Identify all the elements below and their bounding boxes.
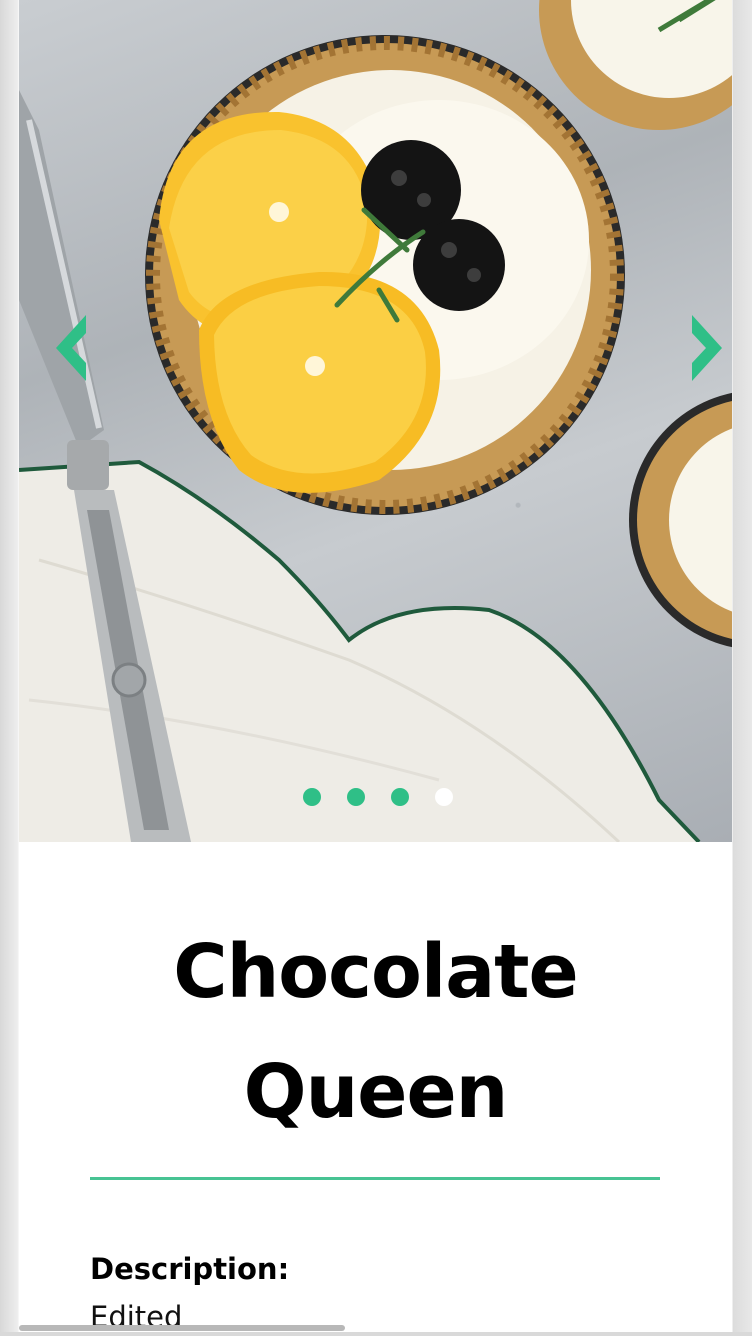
window-bottom-edge: [0, 1332, 752, 1336]
chevron-right-icon: [692, 315, 722, 381]
carousel-next-button[interactable]: [687, 306, 729, 390]
carousel-indicators: [19, 788, 732, 806]
recipe-page: Chocolate Queen Description: Edited: [19, 0, 732, 1336]
carousel-dot-1[interactable]: [302, 788, 321, 806]
image-carousel[interactable]: [19, 0, 732, 842]
title-divider: [90, 1177, 660, 1180]
carousel-prev-button[interactable]: [49, 306, 91, 390]
carousel-dot-3[interactable]: [390, 788, 409, 806]
carousel-dot-4[interactable]: [434, 788, 453, 806]
chevron-left-icon: [56, 315, 86, 381]
recipe-title-line-1: Chocolate: [173, 929, 578, 1015]
horizontal-scrollbar[interactable]: [19, 1325, 345, 1331]
recipe-title: Chocolate Queen: [19, 912, 732, 1152]
description-label: Description:: [90, 1252, 290, 1286]
carousel-dot-2[interactable]: [346, 788, 365, 806]
recipe-title-line-2: Queen: [243, 1049, 509, 1135]
carousel-photo: [19, 0, 732, 842]
